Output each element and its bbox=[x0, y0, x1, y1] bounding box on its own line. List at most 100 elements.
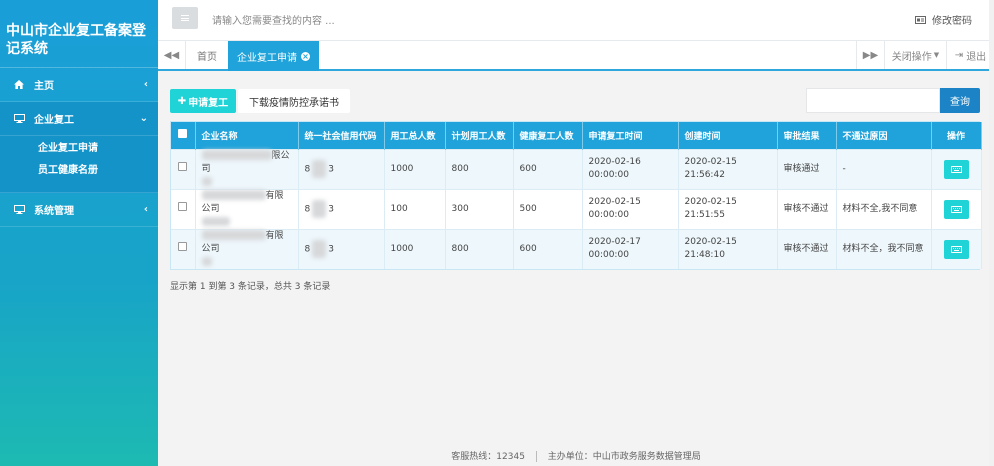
operation-cell bbox=[931, 228, 982, 269]
double-chevron-right-icon: ▶▶ bbox=[862, 49, 879, 61]
desktop-icon bbox=[14, 205, 28, 214]
sign-out-icon: ⇥ bbox=[954, 49, 964, 61]
sidebar-subitem-health-roster[interactable]: 员工健康名册 bbox=[0, 160, 158, 182]
tab-home[interactable]: 首页 bbox=[186, 41, 228, 69]
change-password-label: 修改密码 bbox=[932, 16, 972, 27]
change-password-link[interactable]: 修改密码 bbox=[915, 12, 972, 27]
top-search-input[interactable]: 请输入您需要查找的内容 ... bbox=[212, 12, 335, 27]
column-header[interactable]: 统一社会信用代码 bbox=[298, 122, 385, 149]
rejection-reason-cell: - bbox=[836, 148, 932, 189]
sidebar-item-home[interactable]: 主页 ‹ bbox=[0, 68, 158, 102]
column-header: 操作 bbox=[931, 122, 982, 149]
id-card-icon bbox=[915, 15, 926, 24]
hotline-text: 客服热线：12345 bbox=[451, 452, 525, 462]
table-row: 限公司 83 1000 800 600 2020-02-16 00:00:00 … bbox=[171, 148, 982, 189]
chevron-left-icon: ‹ bbox=[143, 79, 148, 90]
operation-cell bbox=[931, 188, 982, 229]
created-time-cell: 2020-02-15 21:48:10 bbox=[678, 228, 778, 269]
app-brand: 中山市企业复工备案登记系统 bbox=[0, 0, 158, 68]
table-search-input[interactable] bbox=[806, 88, 940, 113]
approval-result-cell: 审核不通过 bbox=[777, 188, 837, 229]
plus-icon: ✚ bbox=[177, 95, 187, 107]
keyboard-icon bbox=[950, 245, 962, 253]
credit-code-cell: 83 bbox=[298, 148, 385, 189]
select-all-checkbox[interactable] bbox=[171, 122, 196, 149]
tab-scroll-left-button[interactable]: ◀◀ bbox=[158, 41, 186, 69]
column-header[interactable]: 不通过原因 bbox=[836, 122, 932, 149]
total-workers-cell: 1000 bbox=[384, 148, 446, 189]
column-header[interactable]: 计划用工人数 bbox=[445, 122, 514, 149]
main-content: ✚ 申请复工 下载疫情防控承诺书 查询 企业名称 统一社会信用代码 用工总人数 … bbox=[158, 71, 994, 466]
apply-resume-label: 申请复工 bbox=[188, 97, 229, 109]
footer-divider bbox=[535, 451, 537, 462]
table-row: 有限公司 83 1000 800 600 2020-02-17 00:00:00… bbox=[171, 228, 982, 269]
pagination-summary: 显示第 1 到第 3 条记录，总共 3 条记录 bbox=[170, 282, 331, 292]
credit-code-cell: 83 bbox=[298, 188, 385, 229]
logout-button[interactable]: ⇥ 退出 bbox=[946, 41, 994, 69]
column-header[interactable]: 创建时间 bbox=[678, 122, 778, 149]
company-name-cell: 限公司 bbox=[195, 148, 299, 189]
apply-time-cell: 2020-02-16 00:00:00 bbox=[582, 148, 679, 189]
created-time-cell: 2020-02-15 21:56:42 bbox=[678, 148, 778, 189]
healthy-workers-cell: 600 bbox=[513, 148, 583, 189]
page-footer: 客服热线：12345 主办单位：中山市政务服务数据管理局 bbox=[158, 449, 994, 462]
tab-enterprise-apply[interactable]: 企业复工申请 × bbox=[228, 41, 319, 71]
column-header[interactable]: 用工总人数 bbox=[384, 122, 446, 149]
download-commitment-button[interactable]: 下载疫情防控承诺书 bbox=[238, 89, 350, 113]
keyboard-icon bbox=[950, 205, 962, 213]
sidebar-subitem-apply[interactable]: 企业复工申请 bbox=[0, 138, 158, 160]
row-checkbox[interactable] bbox=[171, 188, 196, 229]
operation-cell bbox=[931, 148, 982, 189]
query-button[interactable]: 查询 bbox=[940, 88, 980, 113]
view-details-button[interactable] bbox=[943, 239, 969, 259]
row-checkbox[interactable] bbox=[171, 148, 196, 189]
logout-label: 退出 bbox=[966, 51, 987, 63]
sidebar-item-label: 系统管理 bbox=[34, 206, 74, 217]
total-workers-cell: 1000 bbox=[384, 228, 446, 269]
top-bar: 请输入您需要查找的内容 ... 修改密码 bbox=[158, 0, 994, 41]
sidebar-item-label: 企业复工 bbox=[34, 115, 74, 126]
total-workers-cell: 100 bbox=[384, 188, 446, 229]
apply-resume-button[interactable]: ✚ 申请复工 bbox=[170, 89, 236, 113]
menu-toggle-button[interactable] bbox=[172, 7, 198, 29]
view-details-button[interactable] bbox=[943, 199, 969, 219]
apply-time-cell: 2020-02-15 00:00:00 bbox=[582, 188, 679, 229]
row-checkbox[interactable] bbox=[171, 228, 196, 269]
column-header[interactable]: 企业名称 bbox=[195, 122, 299, 149]
sidebar-item-label: 主页 bbox=[34, 81, 54, 92]
close-operations-dropdown[interactable]: 关闭操作 ▼ bbox=[884, 41, 946, 69]
planned-workers-cell: 800 bbox=[445, 148, 514, 189]
chevron-down-icon: ⌄ bbox=[139, 113, 148, 124]
tab-scroll-right-button[interactable]: ▶▶ bbox=[856, 41, 884, 69]
healthy-workers-cell: 600 bbox=[513, 228, 583, 269]
close-icon[interactable]: × bbox=[301, 51, 310, 61]
table-row: 有限公司 83 100 300 500 2020-02-15 00:00:00 … bbox=[171, 188, 982, 229]
column-header[interactable]: 申请复工时间 bbox=[582, 122, 679, 149]
tabs-bar: ◀◀ 首页 企业复工申请 × ▶▶ 关闭操作 ▼ ⇥ 退出 bbox=[158, 41, 994, 71]
sidebar-item-enterprise-resume[interactable]: 企业复工 ⌄ bbox=[0, 102, 158, 136]
view-details-button[interactable] bbox=[943, 159, 969, 179]
healthy-workers-cell: 500 bbox=[513, 188, 583, 229]
page-scrollbar[interactable] bbox=[989, 0, 994, 466]
rejection-reason-cell: 材料不全，我不同意 bbox=[836, 228, 932, 269]
sidebar: 中山市企业复工备案登记系统 主页 ‹ 企业复工 ⌄ 企业复工申请 员工健康名册 … bbox=[0, 0, 158, 466]
organizer-text: 主办单位：中山市政务服务数据管理局 bbox=[547, 452, 701, 462]
planned-workers-cell: 300 bbox=[445, 188, 514, 229]
sidebar-item-system-management[interactable]: 系统管理 ‹ bbox=[0, 193, 158, 227]
caret-down-icon: ▼ bbox=[933, 51, 940, 59]
table-header-row: 企业名称 统一社会信用代码 用工总人数 计划用工人数 健康复工人数 申请复工时间… bbox=[171, 122, 982, 149]
column-header[interactable]: 健康复工人数 bbox=[513, 122, 583, 149]
home-icon bbox=[14, 80, 28, 89]
approval-result-cell: 审核通过 bbox=[777, 148, 837, 189]
close-operations-label: 关闭操作 bbox=[891, 51, 932, 63]
approval-result-cell: 审核不通过 bbox=[777, 228, 837, 269]
chevron-left-icon: ‹ bbox=[143, 204, 148, 215]
column-header[interactable]: 审批结果 bbox=[777, 122, 837, 149]
planned-workers-cell: 800 bbox=[445, 228, 514, 269]
rejection-reason-cell: 材料不全,我不同意 bbox=[836, 188, 932, 229]
applications-table: 企业名称 统一社会信用代码 用工总人数 计划用工人数 健康复工人数 申请复工时间… bbox=[170, 121, 982, 270]
company-name-cell: 有限公司 bbox=[195, 228, 299, 269]
desktop-icon bbox=[14, 114, 28, 123]
hamburger-icon bbox=[181, 15, 189, 21]
tab-label: 企业复工申请 bbox=[237, 52, 297, 64]
